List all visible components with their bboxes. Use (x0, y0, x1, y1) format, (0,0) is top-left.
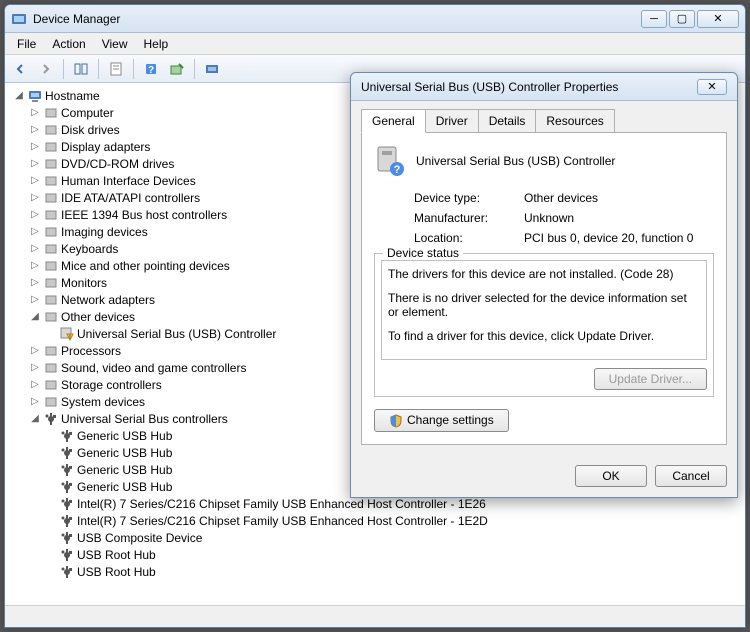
tree-item-usb-device[interactable]: USB Root Hub (13, 563, 737, 580)
device-category-icon (43, 343, 59, 359)
tab-general[interactable]: General (361, 109, 426, 133)
device-category-icon (27, 88, 43, 104)
forward-button[interactable] (35, 58, 57, 80)
location-value: PCI bus 0, device 20, function 0 (524, 231, 693, 245)
device-type-value: Other devices (524, 191, 598, 205)
menu-help[interactable]: Help (136, 35, 177, 53)
manufacturer-value: Unknown (524, 211, 574, 225)
device-category-icon (59, 530, 75, 546)
dialog-title: Universal Serial Bus (USB) Controller Pr… (361, 80, 697, 94)
menu-file[interactable]: File (9, 35, 44, 53)
svg-text:?: ? (394, 164, 401, 176)
tabstrip: General Driver Details Resources (351, 101, 737, 133)
device-category-icon (43, 224, 59, 240)
tab-driver[interactable]: Driver (425, 109, 479, 133)
device-category-icon (43, 309, 59, 325)
back-button[interactable] (9, 58, 31, 80)
device-category-icon (59, 428, 75, 444)
device-category-icon (43, 122, 59, 138)
device-category-icon (59, 445, 75, 461)
dialog-titlebar[interactable]: Universal Serial Bus (USB) Controller Pr… (351, 73, 737, 101)
menu-view[interactable]: View (94, 35, 136, 53)
manufacturer-label: Manufacturer: (414, 211, 524, 225)
minimize-button[interactable]: ─ (641, 10, 667, 28)
device-status-legend: Device status (383, 246, 463, 260)
device-icon: ? (374, 145, 406, 177)
device-category-icon (59, 564, 75, 580)
menu-action[interactable]: Action (44, 35, 93, 53)
help-icon[interactable]: ? (140, 58, 162, 80)
tree-item-usb-device[interactable]: USB Composite Device (13, 529, 737, 546)
device-category-icon (43, 156, 59, 172)
tab-details[interactable]: Details (478, 109, 537, 133)
device-status-group: Device status The drivers for this devic… (374, 253, 714, 397)
device-category-icon (43, 394, 59, 410)
device-category-icon (43, 207, 59, 223)
device-category-icon (43, 190, 59, 206)
update-driver-button: Update Driver... (594, 368, 707, 390)
device-category-icon (59, 513, 75, 529)
titlebar[interactable]: Device Manager ─ ▢ ✕ (5, 5, 745, 33)
ok-button[interactable]: OK (575, 465, 647, 487)
device-category-icon (43, 139, 59, 155)
tab-resources[interactable]: Resources (535, 109, 614, 133)
device-category-icon (59, 462, 75, 478)
tab-panel-general: ? Universal Serial Bus (USB) Controller … (361, 132, 727, 445)
device-category-icon (43, 275, 59, 291)
device-category-icon (43, 292, 59, 308)
device-category-icon (59, 479, 75, 495)
cancel-button[interactable]: Cancel (655, 465, 727, 487)
properties-icon[interactable] (105, 58, 127, 80)
show-hidden-icon[interactable] (201, 58, 223, 80)
close-button[interactable]: ✕ (697, 10, 739, 28)
show-hide-console-icon[interactable] (70, 58, 92, 80)
maximize-button[interactable]: ▢ (669, 10, 695, 28)
device-type-label: Device type: (414, 191, 524, 205)
svg-text:?: ? (148, 65, 154, 76)
device-category-icon (43, 105, 59, 121)
location-label: Location: (414, 231, 524, 245)
shield-icon (389, 414, 403, 428)
change-settings-button[interactable]: Change settings (374, 409, 509, 432)
scan-hardware-icon[interactable] (166, 58, 188, 80)
device-name-label: Universal Serial Bus (USB) Controller (416, 154, 615, 168)
tree-item-usb-device[interactable]: USB Root Hub (13, 546, 737, 563)
device-category-icon (43, 173, 59, 189)
properties-dialog: Universal Serial Bus (USB) Controller Pr… (350, 72, 738, 498)
app-icon (11, 11, 27, 27)
device-category-icon (43, 411, 59, 427)
menubar: File Action View Help (5, 33, 745, 55)
dialog-close-button[interactable]: ✕ (697, 79, 727, 95)
statusbar (5, 605, 745, 627)
device-category-icon (59, 547, 75, 563)
device-status-text[interactable]: The drivers for this device are not inst… (381, 260, 707, 360)
device-category-icon (43, 360, 59, 376)
tree-item-usb-device[interactable]: Intel(R) 7 Series/C216 Chipset Family US… (13, 512, 737, 529)
device-category-icon: ! (59, 326, 75, 342)
window-title: Device Manager (33, 12, 641, 26)
device-category-icon (43, 377, 59, 393)
device-category-icon (59, 496, 75, 512)
device-category-icon (43, 258, 59, 274)
device-category-icon (43, 241, 59, 257)
